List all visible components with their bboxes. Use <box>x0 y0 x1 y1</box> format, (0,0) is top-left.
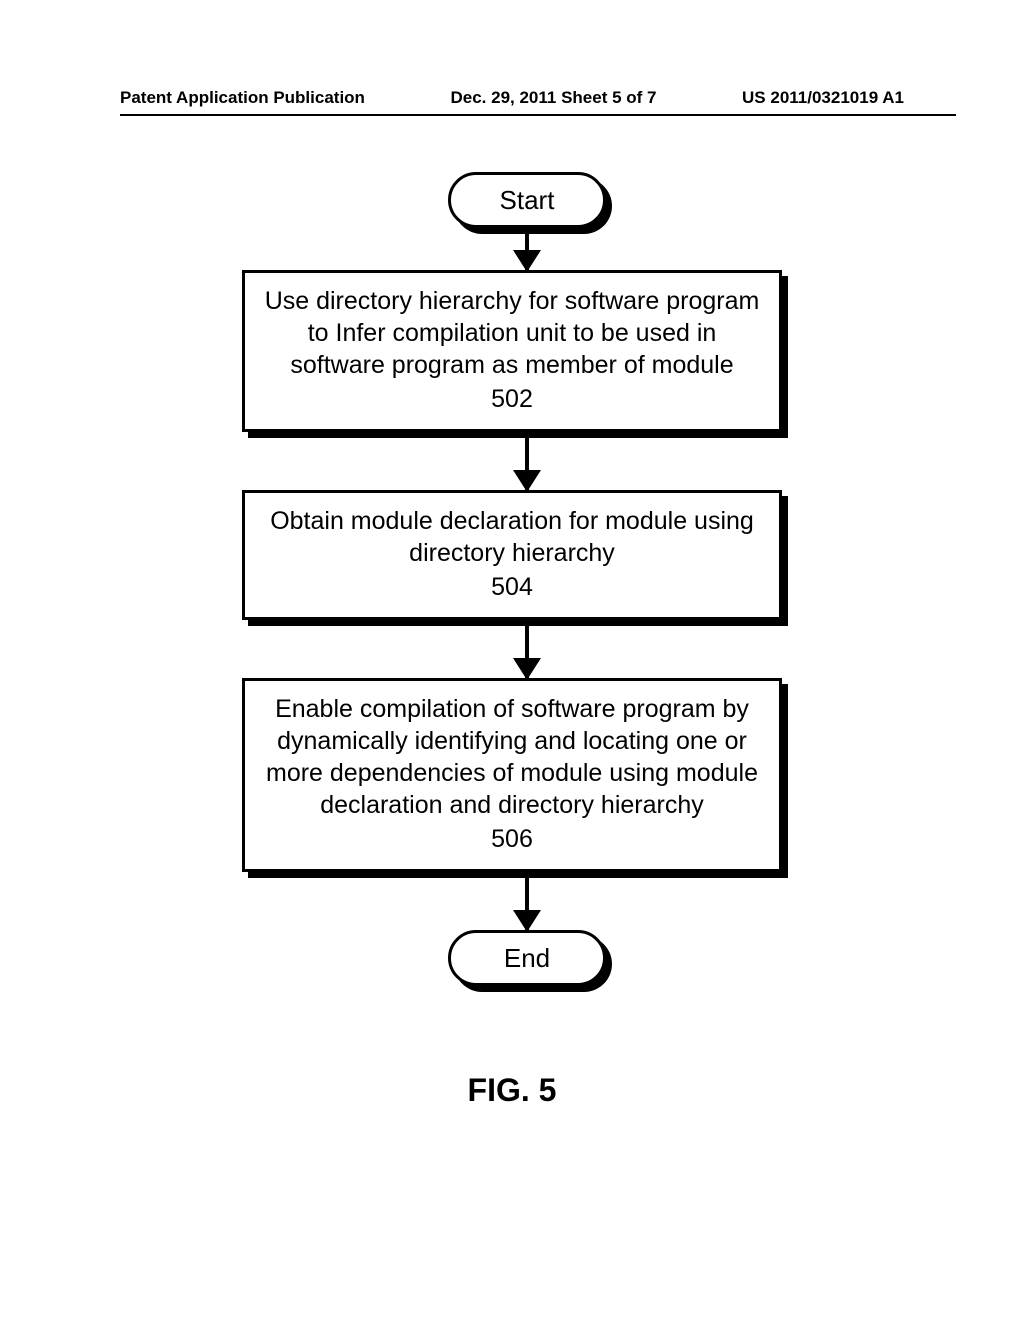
process-506-ref: 506 <box>491 823 533 855</box>
start-terminal: Start <box>448 172 606 228</box>
header-left-text: Patent Application Publication <box>120 88 365 108</box>
process-504: Obtain module declaration for module usi… <box>242 490 782 620</box>
process-504-body: Obtain module declaration for module usi… <box>242 490 782 620</box>
flowchart: Start Use directory hierarchy for softwa… <box>232 172 792 986</box>
process-506-body: Enable compilation of software program b… <box>242 678 782 872</box>
header-divider <box>120 114 956 116</box>
start-label: Start <box>500 185 555 216</box>
process-502-ref: 502 <box>491 383 533 415</box>
arrow-506-to-end <box>525 872 529 930</box>
arrow-502-to-504 <box>525 432 529 490</box>
page-header: Patent Application Publication Dec. 29, … <box>0 88 1024 108</box>
arrow-start-to-502 <box>525 228 529 270</box>
start-body: Start <box>448 172 606 228</box>
process-502-body: Use directory hierarchy for software pro… <box>242 270 782 432</box>
end-body: End <box>448 930 606 986</box>
process-504-ref: 504 <box>491 571 533 603</box>
process-502-text: Use directory hierarchy for software pro… <box>263 285 761 381</box>
header-center-text: Dec. 29, 2011 Sheet 5 of 7 <box>450 88 656 108</box>
process-506-text: Enable compilation of software program b… <box>263 693 761 821</box>
header-right-text: US 2011/0321019 A1 <box>742 88 904 108</box>
process-506: Enable compilation of software program b… <box>242 678 782 872</box>
end-label: End <box>504 943 550 974</box>
arrow-504-to-506 <box>525 620 529 678</box>
process-502: Use directory hierarchy for software pro… <box>242 270 782 432</box>
figure-label: FIG. 5 <box>468 1072 557 1109</box>
end-terminal: End <box>448 930 606 986</box>
process-504-text: Obtain module declaration for module usi… <box>263 505 761 569</box>
